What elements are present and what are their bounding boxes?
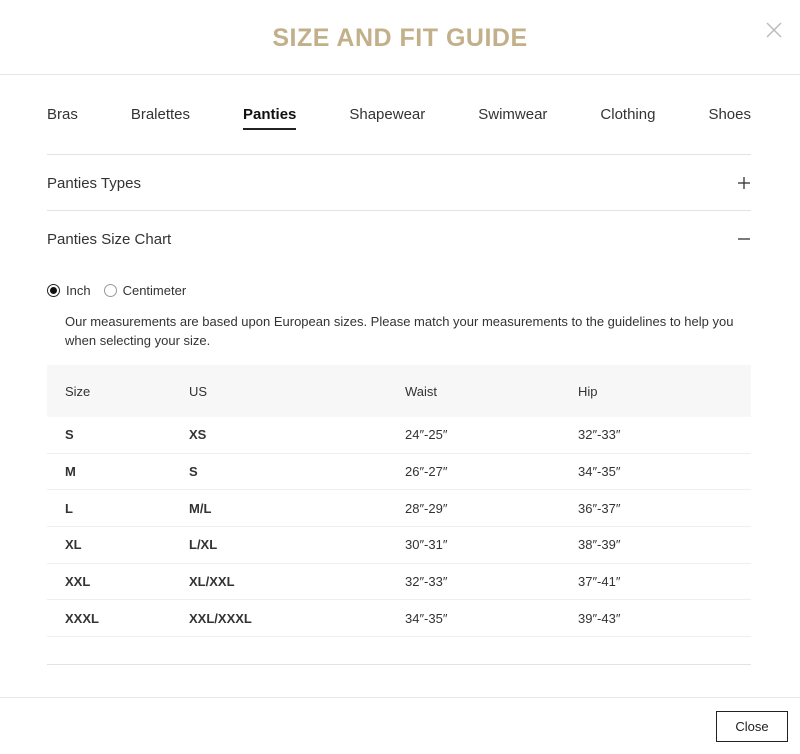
table-row: XL L/XL 30″-31″ 38″-39″ — [47, 527, 751, 564]
header-us: US — [189, 383, 208, 399]
minus-icon — [738, 238, 750, 240]
tab-panties[interactable]: Panties — [243, 104, 297, 130]
panties-size-chart-toggle[interactable]: Panties Size Chart — [47, 224, 751, 254]
cell-hip: 37″-41″ — [578, 574, 621, 590]
tab-bras[interactable]: Bras — [47, 104, 78, 130]
cell-us: S — [189, 464, 198, 480]
plus-icon — [738, 177, 750, 189]
unit-label-centimeter: Centimeter — [122, 283, 187, 298]
cell-hip: 34″-35″ — [578, 464, 621, 480]
cell-us: XL/XXL — [189, 574, 235, 590]
section-divider — [47, 210, 751, 211]
table-row: S XS 24″-25″ 32″-33″ — [47, 417, 751, 454]
cell-waist: 28″-29″ — [405, 500, 448, 516]
tab-shapewear[interactable]: Shapewear — [349, 104, 425, 130]
cell-waist: 34″-35″ — [405, 610, 448, 626]
tabs-divider — [47, 154, 751, 155]
modal-footer: Close — [0, 697, 800, 754]
cell-hip: 39″-43″ — [578, 610, 621, 626]
tab-clothing[interactable]: Clothing — [600, 104, 655, 130]
table-row: XXL XL/XXL 32″-33″ 37″-41″ — [47, 564, 751, 601]
cell-waist: 26″-27″ — [405, 464, 448, 480]
cell-size: L — [65, 500, 73, 516]
tab-bralettes[interactable]: Bralettes — [131, 104, 190, 130]
unit-radio-centimeter[interactable]: Centimeter — [103, 283, 187, 298]
close-button[interactable]: Close — [716, 711, 788, 742]
cell-us: XS — [189, 427, 207, 443]
radio-checked-icon — [47, 284, 60, 297]
unit-selector: Inch Centimeter — [47, 283, 199, 298]
cell-size: XL — [65, 537, 82, 553]
header-size: Size — [65, 383, 91, 399]
cell-waist: 30″-31″ — [405, 537, 448, 553]
cell-us: L/XL — [189, 537, 218, 553]
cell-us: M/L — [189, 500, 212, 516]
cell-hip: 36″-37″ — [578, 500, 621, 516]
panties-types-toggle[interactable]: Panties Types — [47, 168, 751, 198]
panties-types-label: Panties Types — [47, 174, 141, 192]
header-waist: Waist — [405, 383, 438, 399]
cell-size: M — [65, 464, 76, 480]
measurement-note: Our measurements are based upon European… — [65, 314, 734, 348]
cell-size: XXXL — [65, 610, 99, 626]
unit-label-inch: Inch — [66, 283, 91, 298]
modal-title: SIZE AND FIT GUIDE — [272, 24, 528, 52]
tab-shoes[interactable]: Shoes — [708, 104, 751, 130]
table-row: XXXL XXL/XXXL 34″-35″ 39″-43″ — [47, 600, 751, 638]
radio-unchecked-icon — [103, 284, 117, 297]
cell-waist: 32″-33″ — [405, 574, 448, 590]
close-x-icon[interactable] — [762, 18, 786, 42]
header-hip: Hip — [578, 383, 598, 399]
unit-radio-inch[interactable]: Inch — [47, 283, 91, 298]
category-tabs: Bras Bralettes Panties Shapewear Swimwea… — [47, 104, 751, 132]
table-header: Size US Waist Hip — [47, 365, 751, 417]
cell-waist: 24″-25″ — [405, 427, 448, 443]
cell-size: XXL — [65, 574, 91, 590]
tab-swimwear[interactable]: Swimwear — [478, 104, 547, 130]
size-chart-table: Size US Waist Hip S XS 24″-25″ 32″-33″ M… — [47, 365, 751, 638]
cell-hip: 32″-33″ — [578, 427, 621, 443]
table-row: M S 26″-27″ 34″-35″ — [47, 454, 751, 491]
panties-size-chart-label: Panties Size Chart — [47, 230, 172, 248]
cell-hip: 38″-39″ — [578, 537, 621, 553]
cell-us: XXL/XXXL — [189, 610, 252, 626]
modal-header: SIZE AND FIT GUIDE — [0, 0, 800, 75]
cell-size: S — [65, 427, 74, 443]
content-bottom-divider — [47, 664, 751, 665]
table-row: L M/L 28″-29″ 36″-37″ — [47, 490, 751, 528]
